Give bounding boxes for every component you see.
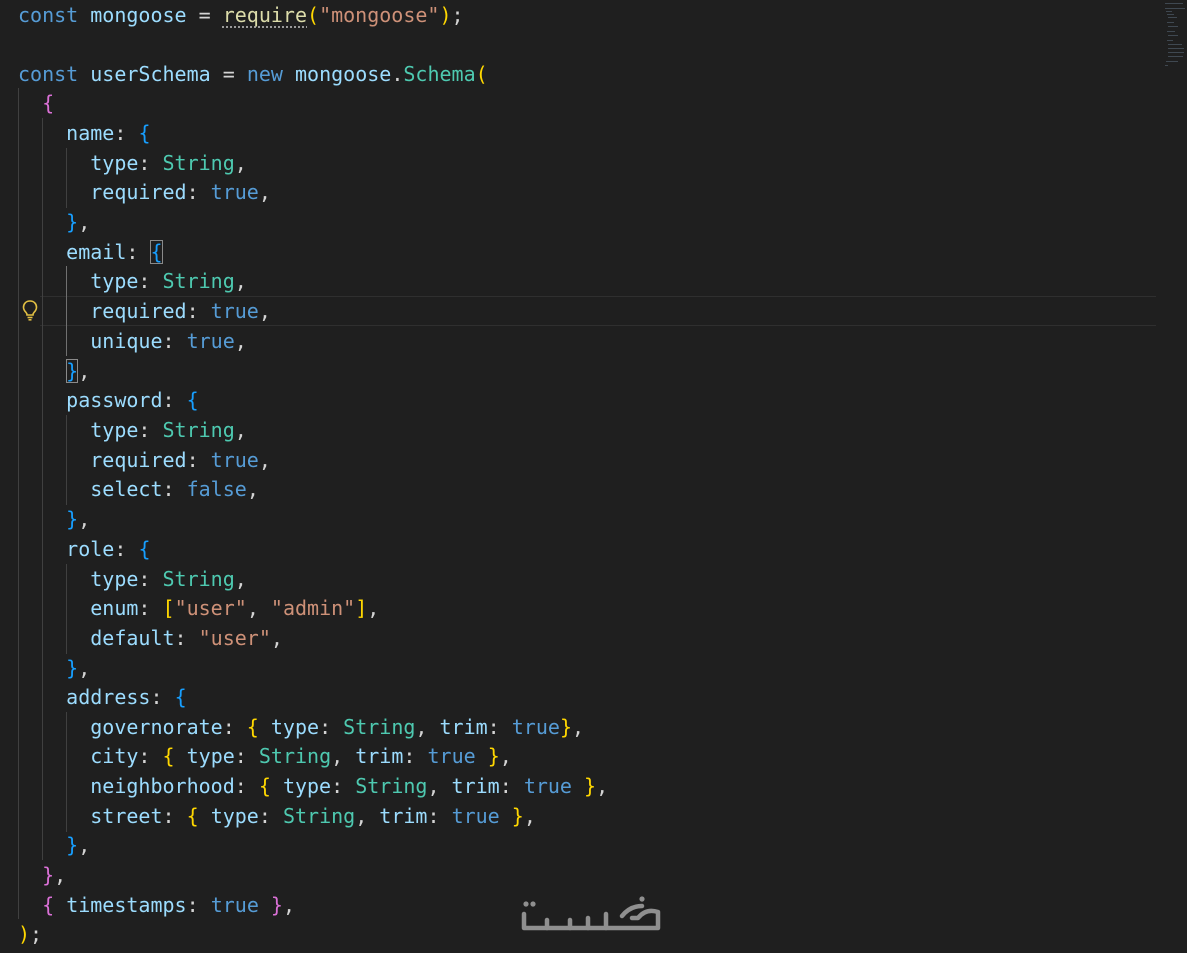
code-line[interactable]: address: { [18,682,186,712]
code-line[interactable]: governorate: { type: String, trim: true}… [18,712,584,742]
code-line[interactable]: required: true, [18,445,271,475]
code-line[interactable]: const mongoose = require("mongoose"); [18,0,464,30]
code-line[interactable]: }, [18,830,90,860]
code-line[interactable]: }, [18,207,90,237]
code-line[interactable]: city: { type: String, trim: true }, [18,741,512,771]
code-line[interactable]: { [18,88,54,118]
code-line-current[interactable]: required: true, [18,296,271,326]
code-line[interactable]: }, [18,860,66,890]
minimap[interactable] [1161,0,1187,80]
matched-bracket: } [66,359,79,383]
require-call[interactable]: require [223,3,307,27]
code-line[interactable]: select: false, [18,474,259,504]
code-line[interactable]: type: String, [18,148,247,178]
code-line[interactable]: { timestamps: true }, [18,890,295,920]
code-line[interactable]: neighborhood: { type: String, trim: true… [18,771,608,801]
code-line[interactable]: ); [18,919,42,949]
lightbulb-icon[interactable] [20,298,40,322]
code-line[interactable]: type: String, [18,415,247,445]
code-line[interactable]: default: "user", [18,623,283,653]
code-line[interactable]: password: { [18,385,198,415]
code-line[interactable]: enum: ["user", "admin"], [18,593,379,623]
code-line[interactable]: }, [18,356,90,386]
code-editor[interactable]: const mongoose = require("mongoose"); co… [0,0,1160,953]
code-line[interactable]: type: String, [18,564,247,594]
watermark-logo [518,892,668,942]
code-line[interactable]: unique: true, [18,326,247,356]
code-line[interactable]: street: { type: String, trim: true }, [18,801,536,831]
code-line[interactable]: role: { [18,534,150,564]
code-line[interactable]: email: { [18,237,163,267]
code-line[interactable]: required: true, [18,177,271,207]
code-line[interactable]: }, [18,504,90,534]
matched-bracket: { [150,240,163,264]
code-line[interactable]: type: String, [18,266,247,296]
code-line[interactable]: const userSchema = new mongoose.Schema( [18,59,488,89]
code-line[interactable]: }, [18,653,90,683]
code-line[interactable]: name: { [18,118,150,148]
